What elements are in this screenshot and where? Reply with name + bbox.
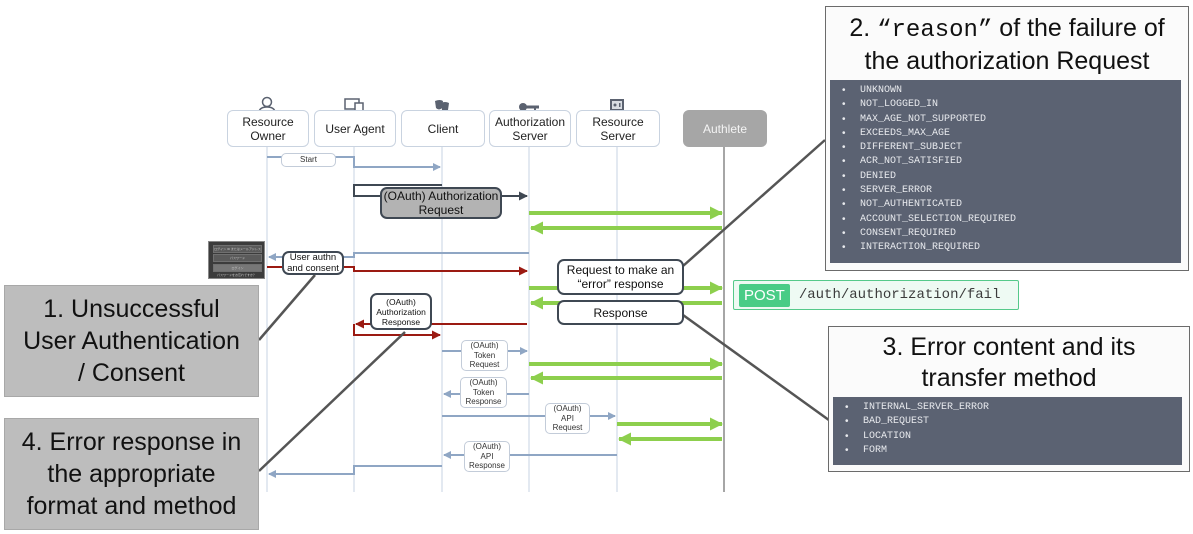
forgot-password-link: パスワードをお忘れですか？	[217, 273, 256, 277]
label-line: Request	[552, 423, 583, 433]
callout-line: format and method	[26, 492, 237, 520]
callout-unsuccessful-authentication: 1. Unsuccessful User Authentication / Co…	[4, 285, 259, 397]
label-line: API	[480, 451, 494, 461]
label-line: Request	[469, 360, 500, 370]
actor-user-agent: User Agent	[314, 110, 396, 147]
callout-line: 1. Unsuccessful	[43, 295, 220, 323]
panel-title-line2: transfer method	[921, 364, 1097, 392]
reason-item: ACCOUNT_SELECTION_REQUIRED	[830, 213, 1181, 228]
label-line: API	[561, 413, 574, 423]
panel-title: 3. Error content and its transfer method	[829, 327, 1189, 394]
title-suffix: of the failure of	[992, 14, 1165, 42]
label-line: (OAuth)	[470, 341, 499, 351]
actor-label: Authlete	[702, 121, 748, 136]
label-authz-response: (OAuth) Authorization Response	[370, 293, 432, 330]
action-item: BAD_REQUEST	[833, 415, 1182, 430]
leader-line-panel-3	[682, 313, 834, 425]
login-button: ログイン	[213, 264, 262, 272]
label-line: Request to make an	[566, 263, 675, 277]
callout-line: User Authentication	[23, 327, 240, 355]
label-token-request: (OAuth) Token Request	[461, 340, 508, 371]
login-id-field: ログイン ID またはメールアドレス	[213, 245, 262, 253]
label-line: Response	[381, 316, 421, 327]
label-authz-request: (OAuth) Authorization Request	[380, 187, 502, 219]
action-item: LOCATION	[833, 430, 1182, 445]
action-item: FORM	[833, 444, 1182, 459]
actor-label-line2: Owner	[250, 128, 286, 143]
callout-line: 4. Error response in	[21, 428, 242, 456]
panel-failure-reasons: 2. “reason” of the failure of the author…	[825, 6, 1189, 271]
label-line: Response	[593, 305, 648, 320]
reason-item: SERVER_ERROR	[830, 184, 1181, 199]
reason-item: CONSENT_REQUIRED	[830, 227, 1181, 242]
label-line: “error” response	[577, 277, 664, 291]
password-field: パスワード	[213, 254, 262, 262]
label-line: Request	[418, 203, 464, 217]
reason-item: NOT_AUTHENTICATED	[830, 198, 1181, 213]
http-method: POST	[739, 283, 790, 307]
label-line: Response	[465, 397, 502, 407]
reason-item: UNKNOWN	[830, 84, 1181, 99]
panel-title-line2: the authorization Request	[864, 47, 1150, 75]
panel-title-line1: 2. “reason” of the failure of	[826, 13, 1188, 46]
label-line: User authn	[289, 252, 337, 263]
label-start-text: Start	[300, 155, 317, 165]
label-line: Token	[472, 387, 495, 397]
panel-error-content: 3. Error content and its transfer method…	[828, 326, 1190, 472]
label-fail-request: Request to make an “error” response	[557, 259, 684, 295]
actor-authorization-server: Authorization Server	[489, 110, 571, 147]
login-screen-thumbnail: ログイン ID またはメールアドレス パスワード ログイン パスワードをお忘れで…	[208, 241, 265, 279]
actor-authlete: Authlete	[683, 110, 767, 147]
endpoint-badge: POST /auth/authorization/fail	[733, 280, 1019, 310]
leader-line-callout-4	[258, 331, 406, 472]
panel-title: 2. “reason” of the failure of the author…	[826, 7, 1188, 77]
label-line: Authorization	[376, 306, 426, 317]
label-line: (OAuth)	[386, 296, 416, 307]
label-line: (OAuth)	[553, 404, 582, 414]
reason-item: DENIED	[830, 170, 1181, 185]
actor-label: Client	[427, 121, 459, 136]
label-line: Response	[468, 461, 506, 471]
actor-label-line1: Resource	[592, 114, 644, 129]
actor-label-line2: Server	[512, 128, 548, 143]
actor-label-line2: Server	[600, 128, 636, 143]
callout-error-response: 4. Error response in the appropriate for…	[4, 418, 259, 530]
endpoint-path: /auth/authorization/fail	[798, 287, 1001, 303]
title-prefix: 2.	[849, 14, 878, 42]
reason-item: MAX_AGE_NOT_SUPPORTED	[830, 113, 1181, 128]
actor-label-line1: Resource	[242, 114, 294, 129]
label-start: Start	[281, 153, 336, 167]
label-line: (OAuth)	[472, 442, 501, 452]
leader-line-panel-2	[682, 139, 826, 267]
actor-label: User Agent	[325, 121, 385, 136]
label-line: (OAuth) Authorization	[383, 189, 499, 203]
reason-list: UNKNOWN NOT_LOGGED_IN MAX_AGE_NOT_SUPPOR…	[830, 80, 1181, 263]
title-code: “reason”	[877, 17, 993, 44]
reason-item: ACR_NOT_SATISFIED	[830, 155, 1181, 170]
reason-item: NOT_LOGGED_IN	[830, 98, 1181, 113]
label-api-request: (OAuth) API Request	[545, 403, 590, 434]
action-item: INTERNAL_SERVER_ERROR	[833, 401, 1182, 416]
action-list: INTERNAL_SERVER_ERROR BAD_REQUEST LOCATI…	[833, 397, 1182, 465]
actor-resource-server: Resource Server	[576, 110, 660, 147]
label-line: and consent	[287, 263, 339, 274]
panel-title-line1: 3. Error content and its	[882, 333, 1136, 361]
arrow-final-response	[268, 465, 442, 478]
actor-client: Client	[401, 110, 485, 147]
label-api-response: (OAuth) API Response	[464, 441, 510, 472]
label-line: (OAuth)	[469, 378, 498, 388]
reason-item: INTERACTION_REQUIRED	[830, 241, 1181, 256]
callout-line: / Consent	[77, 359, 185, 387]
label-token-response: (OAuth) Token Response	[460, 377, 507, 408]
label-fail-response: Response	[557, 300, 684, 325]
reason-item: EXCEEDS_MAX_AGE	[830, 127, 1181, 142]
label-line: Token	[473, 350, 496, 360]
actor-resource-owner: Resource Owner	[227, 110, 309, 147]
reason-item: DIFFERENT_SUBJECT	[830, 141, 1181, 156]
callout-line: the appropriate	[47, 460, 216, 488]
label-user-authn: User authn and consent	[282, 251, 344, 275]
actor-label-line1: Authorization	[494, 114, 566, 129]
